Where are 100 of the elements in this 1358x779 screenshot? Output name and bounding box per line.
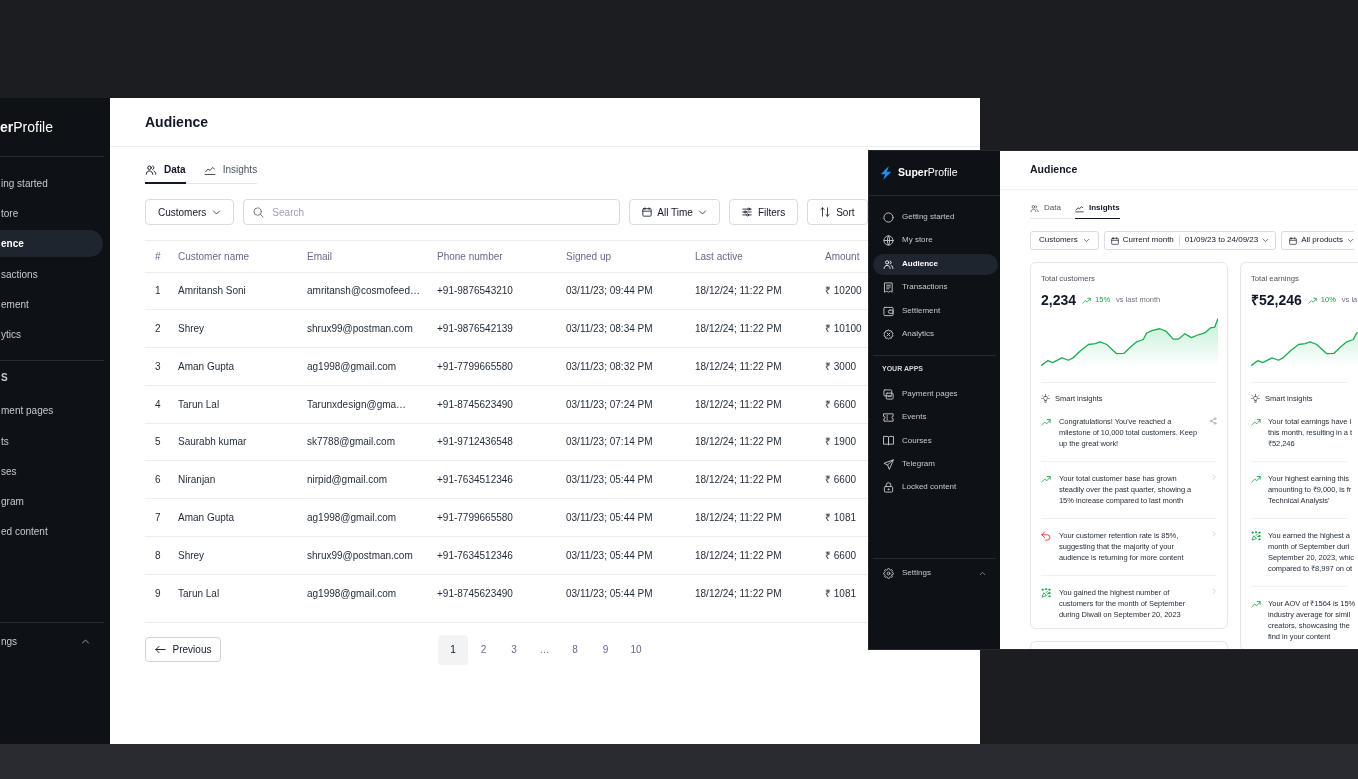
page-button[interactable]: 9: [590, 634, 621, 665]
table-cell: 6: [145, 460, 178, 499]
table-cell: 03/11/23; 05:44 PM: [566, 498, 695, 537]
column-header: #: [145, 241, 178, 272]
table-cell: sk7788@gmail.com: [307, 423, 437, 461]
receipt-icon: [883, 282, 894, 293]
ticket-icon: [883, 412, 894, 424]
sidebar-item[interactable]: Transactions: [873, 277, 998, 298]
trend-line-icon: [1074, 203, 1084, 213]
sort-button[interactable]: Sort: [807, 199, 868, 225]
brand-name: SuperProfile: [898, 166, 958, 180]
sidebar-item[interactable]: gram: [0, 487, 103, 515]
sidebar-item[interactable]: Events: [873, 407, 998, 429]
table-cell: Aman Gupta: [178, 347, 307, 386]
page-button[interactable]: 1: [437, 634, 469, 665]
table-cell: ₹ 1081: [825, 574, 868, 612]
table-cell: 18/12/24; 11:22 PM: [695, 498, 825, 537]
tab[interactable]: Insights: [203, 157, 258, 184]
section-label: S: [1, 371, 8, 385]
page-button[interactable]: 10: [620, 634, 652, 665]
sidebar-item[interactable]: sactions: [0, 260, 103, 288]
sidebar-item[interactable]: ing started: [0, 170, 103, 198]
sidebar-item[interactable]: Settings: [873, 559, 996, 587]
sidebar-item[interactable]: Audience: [873, 253, 998, 275]
table-cell: 03/11/23; 05:44 PM: [566, 536, 695, 574]
tab[interactable]: Insights: [1074, 198, 1120, 219]
sidebar-item[interactable]: Locked content: [873, 477, 998, 498]
gear-icon: [883, 567, 894, 579]
sidebar-item[interactable]: ed content: [0, 517, 103, 545]
book-icon: [883, 435, 894, 447]
trend-up-icon: [1082, 295, 1092, 305]
table-cell: 03/11/23; 08:34 PM: [566, 309, 695, 348]
table-cell: 4: [145, 385, 178, 423]
sidebar-item[interactable]: ement: [0, 290, 103, 318]
stat-value: ₹52,246: [1251, 291, 1302, 309]
sidebar-item[interactable]: ment pages: [0, 397, 103, 425]
trend-up-icon: [1251, 416, 1261, 427]
search-icon: [253, 206, 265, 218]
chevron-down-icon: [1082, 237, 1090, 244]
calendar-icon: [642, 207, 653, 217]
sidebar-item[interactable]: ence: [0, 230, 103, 258]
sliders-icon: [741, 207, 752, 217]
chevron-down-icon: [1262, 237, 1270, 244]
table-cell: ag1998@gmail.com: [307, 498, 437, 537]
sidebar-item[interactable]: ts: [0, 427, 103, 455]
sidebar-item[interactable]: Telegram: [873, 453, 998, 475]
filters-button[interactable]: Filters: [728, 199, 799, 225]
people-icon: [1030, 203, 1039, 213]
people-icon: [145, 163, 157, 176]
table-cell: Aman Gupta: [178, 498, 307, 537]
segment-dropdown[interactable]: Customers: [1030, 231, 1099, 250]
sidebar-item[interactable]: ngs: [0, 623, 104, 659]
sidebar-item[interactable]: Analytics: [873, 324, 998, 345]
chevron-down-icon: [1347, 237, 1355, 244]
segment-dropdown[interactable]: Customers: [145, 199, 235, 225]
bulb-icon: [1041, 394, 1050, 403]
tab[interactable]: Data: [145, 157, 186, 184]
table-cell: Tarun Lal: [178, 385, 307, 423]
sidebar-item[interactable]: Settlement: [873, 300, 998, 322]
table-cell: 03/11/23; 09:44 PM: [566, 272, 695, 310]
table-cell: 18/12/24; 11:22 PM: [695, 385, 825, 423]
table-cell: +91-8745623490: [437, 385, 566, 423]
table-cell: 03/11/23; 07:24 PM: [566, 385, 695, 423]
table-cell: 2: [145, 309, 178, 348]
date-range-dropdown[interactable]: Current month 01/09/23 to 24/09/23: [1103, 231, 1277, 250]
sidebar-item[interactable]: Getting started: [873, 206, 998, 228]
table-cell: +91-7634512346: [437, 460, 566, 499]
confetti-icon: [1041, 587, 1051, 598]
table-cell: Amritansh Soni: [178, 272, 307, 310]
previous-button[interactable]: Previous: [145, 637, 221, 663]
sidebar-item[interactable]: Payment pages: [873, 383, 998, 405]
people-icon: [883, 258, 894, 270]
arrow-left-icon: [154, 644, 166, 656]
sidebar-item[interactable]: tore: [0, 200, 103, 228]
table-cell: ag1998@gmail.com: [307, 347, 437, 386]
page-button[interactable]: 2: [468, 634, 499, 665]
column-header: Email: [307, 241, 437, 272]
sidebar-item[interactable]: Courses: [873, 430, 998, 452]
page-button[interactable]: 3: [498, 634, 530, 665]
table-cell: Niranjan: [178, 460, 307, 499]
sidebar-item[interactable]: ytics: [0, 320, 103, 348]
tab[interactable]: Data: [1030, 198, 1061, 219]
products-dropdown[interactable]: All products: [1281, 231, 1355, 250]
search-field[interactable]: Search: [243, 199, 621, 225]
table-cell: shrux99@postman.com: [307, 309, 437, 348]
page-button[interactable]: 8: [559, 634, 591, 665]
table-cell: 9: [145, 574, 178, 612]
table-cell: 3: [145, 347, 178, 386]
table-cell: shrux99@postman.com: [307, 536, 437, 574]
page-button[interactable]: …: [529, 634, 560, 665]
bulb-icon: [1251, 394, 1260, 403]
column-header: Phone number: [437, 241, 566, 272]
date-filter-dropdown[interactable]: All Time: [629, 199, 720, 225]
table-cell: 18/12/24; 11:22 PM: [695, 347, 825, 386]
chevron-down-icon: [697, 207, 707, 217]
sidebar-item[interactable]: ses: [0, 457, 103, 485]
trend-up-icon: [1307, 295, 1317, 305]
sidebar-item[interactable]: My store: [873, 230, 998, 251]
lightning-icon: [880, 166, 892, 180]
return-arrow-icon: [1041, 530, 1051, 541]
